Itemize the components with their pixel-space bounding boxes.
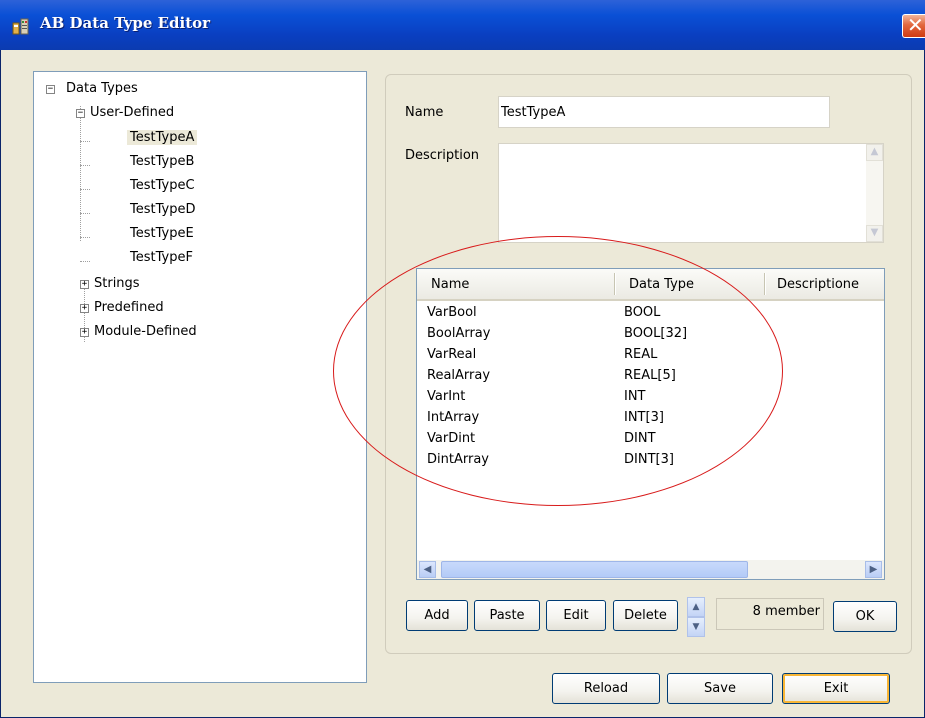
member-name[interactable]: VarDint [427, 428, 475, 449]
tree-item-label: TestTypeA [127, 130, 198, 145]
close-button[interactable]: ✕ [902, 13, 925, 38]
move-down-icon[interactable]: ▼ [687, 617, 705, 637]
tree-item-label: TestTypeF [130, 250, 193, 265]
tree-connector [80, 261, 90, 262]
window-title: AB Data Type Editor [40, 14, 211, 32]
tree-item-label: TestTypeC [130, 178, 195, 193]
grid-header: Name Data Type Descriptione [417, 269, 884, 301]
scroll-up-icon[interactable]: ▲ [866, 144, 883, 161]
description-label: Description [405, 148, 480, 163]
close-icon: ✕ [907, 13, 924, 37]
members-grid[interactable]: Name Data Type Descriptione VarBool BOOL… [416, 268, 885, 580]
expand-icon[interactable]: + [80, 328, 89, 337]
reload-button[interactable]: Reload [552, 673, 660, 704]
member-type[interactable]: BOOL [624, 302, 660, 323]
member-name[interactable]: VarReal [427, 344, 476, 365]
scroll-down-icon[interactable]: ▼ [866, 225, 883, 242]
member-name[interactable]: IntArray [427, 407, 479, 428]
tree-connector [80, 237, 90, 238]
tree-connector [80, 213, 90, 214]
move-up-icon[interactable]: ▲ [687, 597, 705, 617]
collapse-icon[interactable]: − [46, 85, 55, 94]
expand-icon[interactable]: + [80, 304, 89, 313]
tree-node-label: Data Types [66, 81, 138, 96]
member-name[interactable]: VarBool [427, 302, 477, 323]
member-type[interactable]: BOOL[32] [624, 323, 687, 344]
name-label: Name [405, 105, 444, 120]
tree-item-label: TestTypeB [130, 154, 195, 169]
member-name[interactable]: DintArray [427, 449, 489, 470]
delete-button[interactable]: Delete [613, 600, 678, 631]
description-field[interactable]: ▲ ▼ [498, 143, 884, 243]
tree-item-label: TestTypeE [130, 226, 194, 241]
tree-item-testtypea[interactable]: TestTypeA [127, 127, 198, 149]
tree-item-testtypeb[interactable]: TestTypeB [130, 151, 194, 173]
member-type[interactable]: DINT[3] [624, 449, 674, 470]
ok-button[interactable]: OK [833, 601, 897, 632]
member-type[interactable]: REAL[5] [624, 365, 676, 386]
tree-node-label: User-Defined [90, 105, 175, 120]
scroll-thumb[interactable] [441, 561, 748, 578]
app-icon [12, 18, 29, 35]
tree-connector [80, 141, 90, 142]
tree-item-label: TestTypeD [130, 202, 196, 217]
scroll-right-icon[interactable]: ▶ [865, 561, 882, 578]
name-field[interactable] [498, 96, 830, 128]
member-name[interactable]: RealArray [427, 365, 490, 386]
member-type[interactable]: REAL [624, 344, 657, 365]
member-name[interactable]: BoolArray [427, 323, 490, 344]
horizontal-scrollbar[interactable]: ◀ ▶ [417, 560, 884, 579]
tree-node-label: Predefined [94, 300, 164, 315]
order-spinner[interactable]: ▲ ▼ [687, 597, 705, 637]
type-tree[interactable]: − Data Types − User-Defined TestTypeA Te… [33, 71, 367, 683]
paste-button[interactable]: Paste [474, 600, 540, 631]
column-divider[interactable] [614, 273, 616, 295]
tree-item-testtyped[interactable]: TestTypeD [130, 199, 195, 221]
column-header-name[interactable]: Name [431, 277, 469, 292]
column-divider[interactable] [764, 273, 766, 295]
exit-button[interactable]: Exit [782, 673, 890, 704]
description-scrollbar[interactable]: ▲ ▼ [866, 144, 883, 242]
expand-icon[interactable]: + [80, 280, 89, 289]
tree-node-label: Strings [94, 276, 140, 291]
column-header-description[interactable]: Descriptione [777, 277, 859, 292]
tree-connector [80, 106, 81, 241]
tree-item-testtypec[interactable]: TestTypeC [130, 175, 195, 197]
tree-connector [80, 189, 90, 190]
tree-node-label: Module-Defined [94, 324, 197, 339]
member-type[interactable]: DINT [624, 428, 656, 449]
edit-button[interactable]: Edit [546, 600, 606, 631]
add-button[interactable]: Add [406, 600, 468, 631]
collapse-icon[interactable]: − [76, 109, 85, 118]
tree-item-testtypef[interactable]: TestTypeF [130, 247, 193, 269]
column-header-data-type[interactable]: Data Type [629, 277, 694, 292]
tree-connector [80, 165, 90, 166]
member-name[interactable]: VarInt [427, 386, 465, 407]
member-type[interactable]: INT [624, 386, 646, 407]
member-count: 8 member [716, 598, 824, 630]
member-type[interactable]: INT[3] [624, 407, 664, 428]
tree-item-testtypee[interactable]: TestTypeE [130, 223, 194, 245]
save-button[interactable]: Save [667, 673, 773, 704]
scroll-left-icon[interactable]: ◀ [419, 561, 436, 578]
